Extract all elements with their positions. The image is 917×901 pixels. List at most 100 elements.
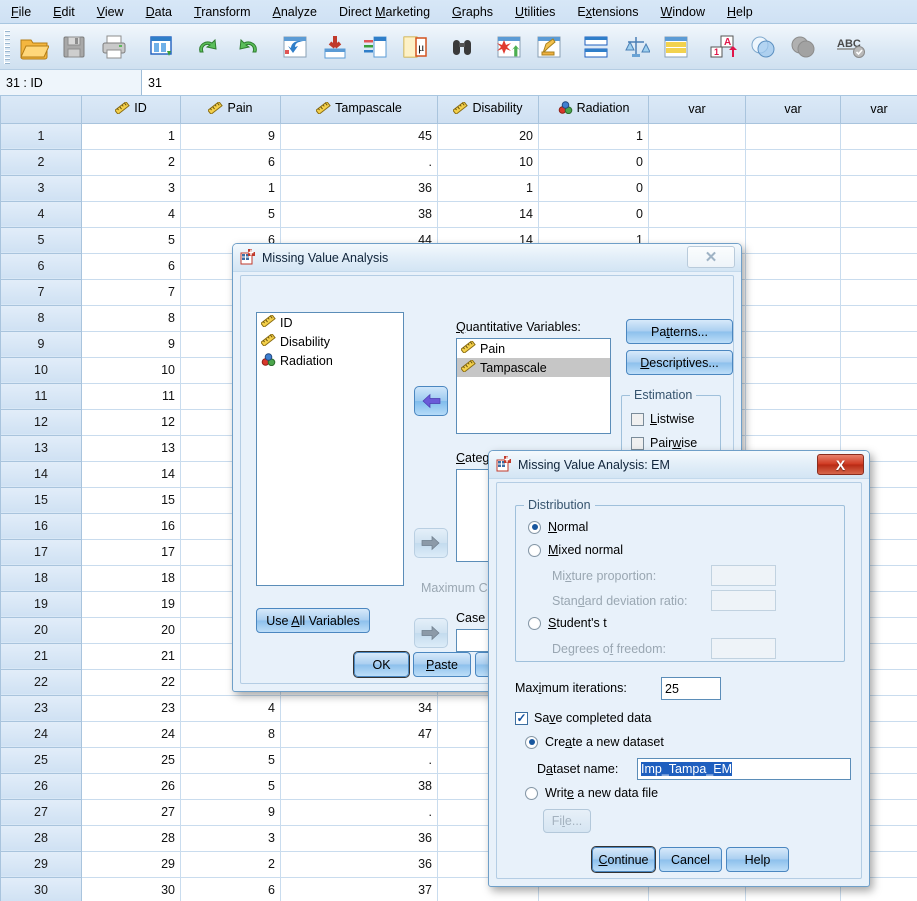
grid-cell[interactable]: 11	[82, 383, 181, 409]
grid-cell[interactable]: 4	[82, 201, 181, 227]
row-header[interactable]: 6	[1, 253, 82, 279]
goto-case-icon[interactable]	[275, 27, 315, 67]
help-button[interactable]: Help	[726, 847, 789, 872]
grid-cell[interactable]: 10	[438, 149, 539, 175]
column-header-tampascale[interactable]: Tampascale	[281, 96, 438, 123]
grid-cell-empty[interactable]	[746, 253, 841, 279]
menu-item-edit[interactable]: Edit	[42, 2, 86, 22]
menu-item-graphs[interactable]: Graphs	[441, 2, 504, 22]
grid-cell[interactable]: 37	[281, 877, 438, 901]
grid-cell[interactable]: 26	[82, 773, 181, 799]
save-completed-data-checkbox[interactable]: ✓	[515, 712, 528, 725]
row-header[interactable]: 25	[1, 747, 82, 773]
row-header[interactable]: 12	[1, 409, 82, 435]
grid-cell-empty[interactable]	[841, 149, 917, 175]
row-header[interactable]: 17	[1, 539, 82, 565]
grid-cell[interactable]: .	[281, 799, 438, 825]
listwise-checkbox[interactable]	[631, 413, 644, 426]
grid-cell-empty[interactable]	[649, 149, 746, 175]
menu-item-extensions[interactable]: Extensions	[566, 2, 649, 22]
grid-cell-empty[interactable]	[746, 305, 841, 331]
ok-button[interactable]: OK	[354, 652, 409, 677]
grid-cell-empty[interactable]	[841, 279, 917, 305]
grid-cell[interactable]: 45	[281, 123, 438, 149]
row-header[interactable]: 3	[1, 175, 82, 201]
row-header[interactable]: 13	[1, 435, 82, 461]
grid-cell-empty[interactable]	[841, 357, 917, 383]
grid-cell-empty[interactable]	[746, 123, 841, 149]
move-to-case-label-button[interactable]	[414, 618, 448, 648]
row-header[interactable]: 8	[1, 305, 82, 331]
menu-item-data[interactable]: Data	[135, 2, 183, 22]
normal-radio[interactable]	[528, 521, 541, 534]
degrees-of-freedom-input[interactable]	[711, 638, 776, 659]
grid-cell[interactable]: 9	[181, 123, 281, 149]
grid-cell-empty[interactable]	[746, 175, 841, 201]
grid-cell[interactable]: 14	[438, 201, 539, 227]
mva-close-button[interactable]: ✕	[687, 246, 735, 268]
menu-item-view[interactable]: View	[86, 2, 135, 22]
row-header[interactable]: 28	[1, 825, 82, 851]
grid-cell[interactable]: 0	[539, 175, 649, 201]
mva-source-variable-list[interactable]: ID Disability Radiatio	[256, 312, 404, 586]
value-labels-icon[interactable]: A 1	[703, 27, 743, 67]
table-row[interactable]: 44538140	[1, 201, 917, 227]
grid-cell[interactable]: 23	[82, 695, 181, 721]
grid-cell-empty[interactable]	[841, 383, 917, 409]
undo-icon[interactable]	[188, 27, 228, 67]
row-header[interactable]: 22	[1, 669, 82, 695]
grid-cell[interactable]: 9	[82, 331, 181, 357]
em-title-bar[interactable]: Missing Value Analysis: EM X	[489, 451, 869, 479]
row-header[interactable]: 18	[1, 565, 82, 591]
distribution-option-normal[interactable]: Normal	[528, 520, 588, 534]
find-icon[interactable]	[442, 27, 482, 67]
grid-cell-empty[interactable]	[649, 123, 746, 149]
row-header[interactable]: 20	[1, 617, 82, 643]
grid-cell-empty[interactable]	[746, 201, 841, 227]
row-header[interactable]: 30	[1, 877, 82, 901]
missing-value-analysis-em-dialog[interactable]: Missing Value Analysis: EM X Distributio…	[488, 450, 870, 887]
grid-cell[interactable]: 0	[539, 149, 649, 175]
grid-cell[interactable]: 20	[82, 617, 181, 643]
grid-cell-empty[interactable]	[746, 279, 841, 305]
grid-cell[interactable]: 5	[181, 773, 281, 799]
em-close-button[interactable]: X	[817, 454, 864, 475]
column-header-var[interactable]: var	[841, 96, 917, 123]
quantitative-variables-list[interactable]: Pain Tampascale	[456, 338, 611, 434]
row-header[interactable]: 29	[1, 851, 82, 877]
print-icon[interactable]	[94, 27, 134, 67]
grid-cell[interactable]: 0	[539, 201, 649, 227]
grid-cell[interactable]: 9	[181, 799, 281, 825]
grid-cell[interactable]: 36	[281, 851, 438, 877]
menu-item-transform[interactable]: Transform	[183, 2, 262, 22]
row-header[interactable]: 21	[1, 643, 82, 669]
grid-cell[interactable]: 1	[181, 175, 281, 201]
pairwise-checkbox[interactable]	[631, 437, 644, 450]
write-new-data-file-radio[interactable]	[525, 787, 538, 800]
cancel-button[interactable]: Cancel	[659, 847, 722, 872]
row-header[interactable]: 19	[1, 591, 82, 617]
variables-icon[interactable]	[355, 27, 395, 67]
column-header-id[interactable]: ID	[82, 96, 181, 123]
grid-cell[interactable]: 29	[82, 851, 181, 877]
column-header-radiation[interactable]: Radiation	[539, 96, 649, 123]
save-completed-data-row[interactable]: ✓ Save completed data	[515, 711, 651, 725]
column-header-var[interactable]: var	[649, 96, 746, 123]
row-header[interactable]: 9	[1, 331, 82, 357]
redo-icon[interactable]	[228, 27, 268, 67]
write-new-data-file-row[interactable]: Write a new data file	[525, 786, 658, 800]
grid-cell[interactable]: 22	[82, 669, 181, 695]
mixed-normal-radio[interactable]	[528, 544, 541, 557]
row-header[interactable]: 23	[1, 695, 82, 721]
insert-case-icon[interactable]	[489, 27, 529, 67]
grid-cell[interactable]: 15	[82, 487, 181, 513]
grid-cell[interactable]: 24	[82, 721, 181, 747]
goto-variable-icon[interactable]	[315, 27, 355, 67]
grid-cell[interactable]: 47	[281, 721, 438, 747]
column-header-disability[interactable]: Disability	[438, 96, 539, 123]
grid-cell[interactable]: 4	[181, 695, 281, 721]
row-header[interactable]: 7	[1, 279, 82, 305]
grid-cell[interactable]: 1	[438, 175, 539, 201]
grid-cell[interactable]: 3	[82, 175, 181, 201]
continue-button[interactable]: Continue	[592, 847, 655, 872]
